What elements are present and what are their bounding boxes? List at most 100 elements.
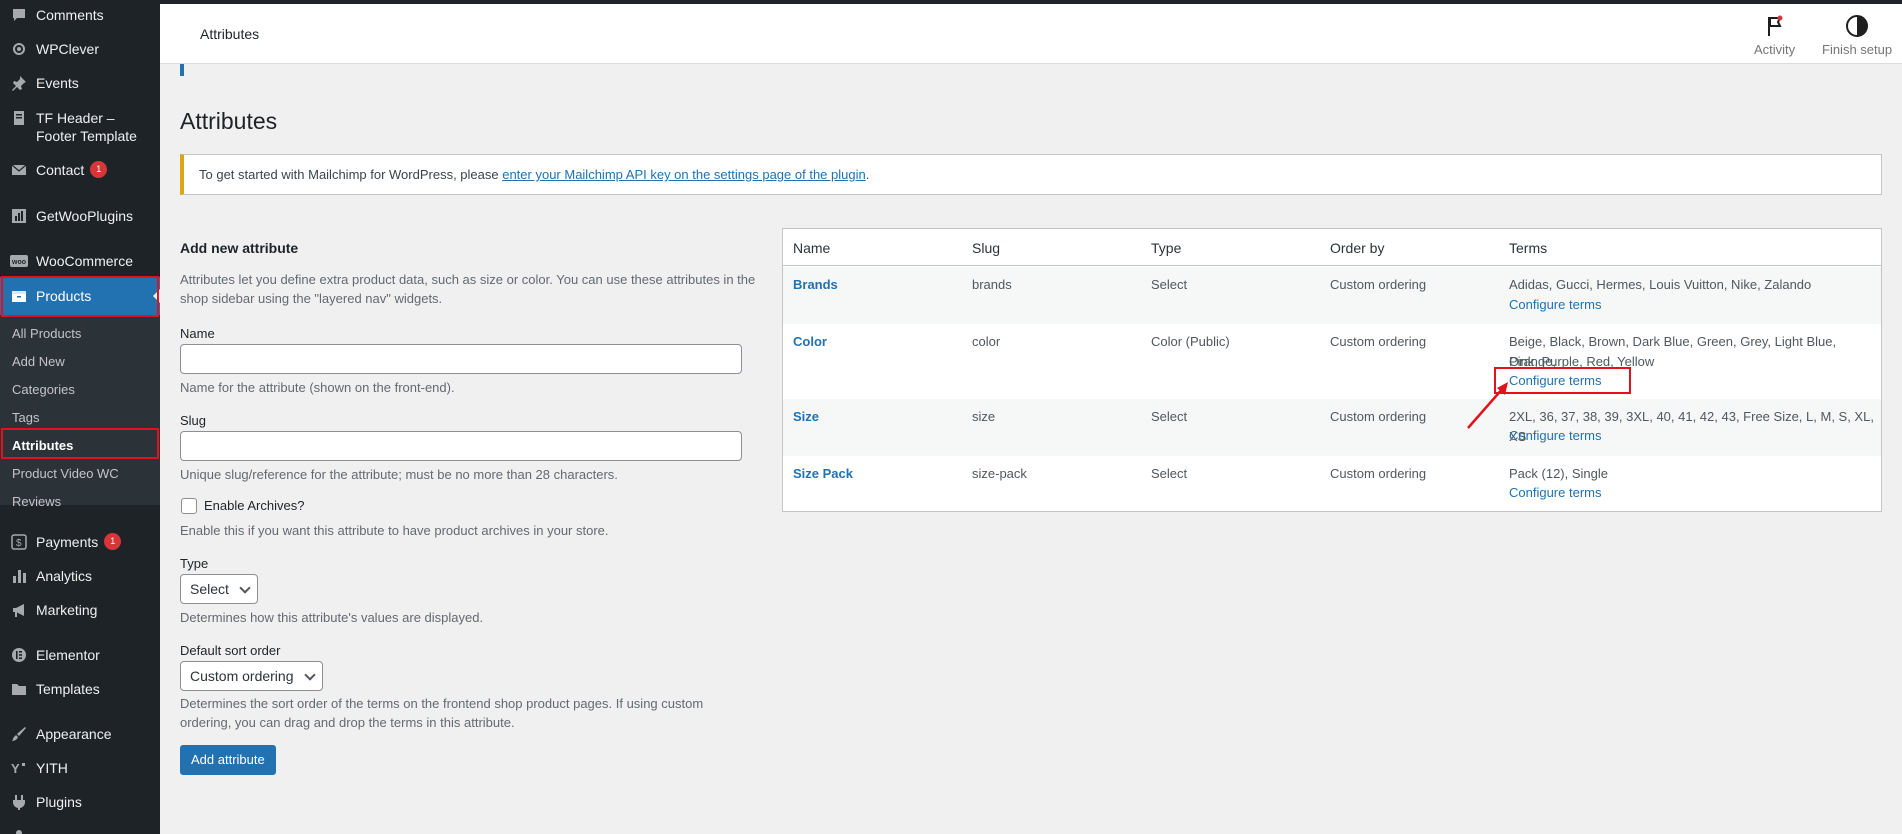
brush-icon [10,725,28,743]
attribute-type: Color (Public) [1151,334,1230,349]
plugin-icon [10,793,28,811]
payments-icon: $ [10,533,28,551]
slug-help: Unique slug/reference for the attribute;… [180,467,618,482]
submenu-product-video-wc[interactable]: Product Video WC [12,466,119,481]
configure-terms-link[interactable]: Configure terms [1509,428,1601,443]
attribute-slug: size-pack [972,466,1027,481]
table-row: Size Pack size-pack Select Custom orderi… [783,456,1881,512]
yith-icon: Y [10,759,28,777]
add-attribute-button[interactable]: Add attribute [180,745,276,775]
menu-yith[interactable]: Y YITH [0,759,160,777]
attribute-type: Select [1151,409,1188,424]
sort-order-help: Determines the sort order of the terms o… [180,696,704,730]
attributes-table: Name Slug Type Order by Terms Brands bra… [782,228,1882,512]
form-heading: Add new attribute [180,240,299,256]
menu-templates[interactable]: Templates [0,680,160,698]
menu-contact[interactable]: Contact 1 [0,161,160,179]
woo-icon: woo [10,252,28,270]
menu-tf-header-footer[interactable]: TF Header – Footer Template [0,109,160,145]
svg-text:woo: woo [11,259,26,266]
contact-count-badge: 1 [90,161,108,178]
attribute-order: Custom ordering [1330,466,1427,481]
comment-icon [10,6,28,24]
attribute-name-link[interactable]: Size Pack [793,466,853,481]
attribute-terms: Pack (12), Single [1509,466,1608,481]
type-select[interactable]: Select [180,574,258,604]
name-help: Name for the attribute (shown on the fro… [180,380,455,395]
attribute-name-link[interactable]: Brands [793,277,838,292]
folder-icon [10,680,28,698]
name-input[interactable] [180,344,742,374]
configure-terms-link[interactable]: Configure terms [1509,297,1601,312]
highlight-products [1,276,159,317]
attribute-order: Custom ordering [1330,334,1427,349]
menu-payments[interactable]: $ Payments 1 [0,533,160,551]
submenu-add-new[interactable]: Add New [12,354,65,369]
pin-icon [10,74,28,92]
admin-sidebar: Comments WPClever Events TF Header – Foo… [0,0,160,834]
menu-woocommerce[interactable]: woo WooCommerce [0,252,160,270]
mail-icon [10,161,28,179]
page-icon [10,109,28,127]
submenu-categories[interactable]: Categories [12,382,75,397]
woocommerce-header: Attributes Activity Finish setup [160,4,1902,64]
submenu-tags[interactable]: Tags [12,410,39,425]
menu-plugins[interactable]: Plugins [0,793,160,811]
finish-setup-button[interactable]: Finish setup [1822,14,1892,57]
attribute-name-link[interactable]: Color [793,334,827,349]
attribute-order: Custom ordering [1330,409,1427,424]
chevron-down-icon [303,669,316,681]
attribute-order: Custom ordering [1330,277,1427,292]
wpclever-icon [10,40,28,58]
mailchimp-notice: To get started with Mailchimp for WordPr… [180,154,1882,195]
sort-order-label: Default sort order [180,643,281,658]
header-title: Attributes [200,26,260,42]
menu-marketing[interactable]: Marketing [0,601,160,619]
plugins-grid-icon [10,207,28,225]
submenu-reviews[interactable]: Reviews [12,494,61,509]
annotation-arrow [1467,382,1508,429]
table-row: Color color Color (Public) Custom orderi… [783,324,1881,399]
analytics-icon [10,567,28,585]
col-order-by: Order by [1330,240,1385,256]
page-title: Attributes [180,108,278,134]
configure-terms-link[interactable]: Configure terms [1509,485,1601,500]
submenu-all-products[interactable]: All Products [12,326,81,341]
flag-icon [1767,15,1783,36]
col-slug: Slug [972,240,1001,256]
svg-text:$: $ [16,538,22,549]
menu-appearance[interactable]: Appearance [0,725,160,743]
payments-count-badge: 1 [104,533,122,550]
slug-input[interactable] [180,431,742,461]
name-label: Name [180,326,215,341]
menu-getwooplugins[interactable]: GetWooPlugins [0,207,160,225]
col-type: Type [1151,240,1182,256]
attribute-slug: brands [972,277,1012,292]
mailchimp-settings-link[interactable]: enter your Mailchimp API key on the sett… [502,167,866,182]
menu-analytics[interactable]: Analytics [0,567,160,585]
table-row: Brands brands Select Custom ordering Adi… [783,267,1881,324]
activity-button[interactable]: Activity [1754,14,1795,57]
menu-elementor[interactable]: Elementor [0,646,160,664]
menu-next-cut-off[interactable] [0,826,160,834]
chevron-down-icon [239,582,251,594]
sort-order-select[interactable]: Custom ordering [180,661,323,691]
progress-circle-icon [1846,15,1869,37]
type-help: Determines how this attribute's values a… [180,610,484,625]
table-header: Name Slug Type Order by Terms [783,229,1881,266]
attribute-slug: size [972,409,996,424]
attribute-terms: Adidas, Gucci, Hermes, Louis Vuitton, Ni… [1509,277,1812,292]
archives-help: Enable this if you want this attribute t… [180,523,609,538]
menu-comments[interactable]: Comments [0,6,160,24]
enable-archives-checkbox[interactable] [181,498,197,514]
menu-wpclever[interactable]: WPClever [0,40,160,58]
megaphone-icon [10,601,28,619]
attribute-name-link[interactable]: Size [793,409,819,424]
highlight-attributes [1,428,159,459]
col-terms: Terms [1509,240,1548,256]
slug-label: Slug [180,413,207,428]
attribute-type: Select [1151,466,1188,481]
attribute-slug: color [972,334,1001,349]
enable-archives-label: Enable Archives? [204,498,305,513]
menu-events[interactable]: Events [0,74,160,92]
